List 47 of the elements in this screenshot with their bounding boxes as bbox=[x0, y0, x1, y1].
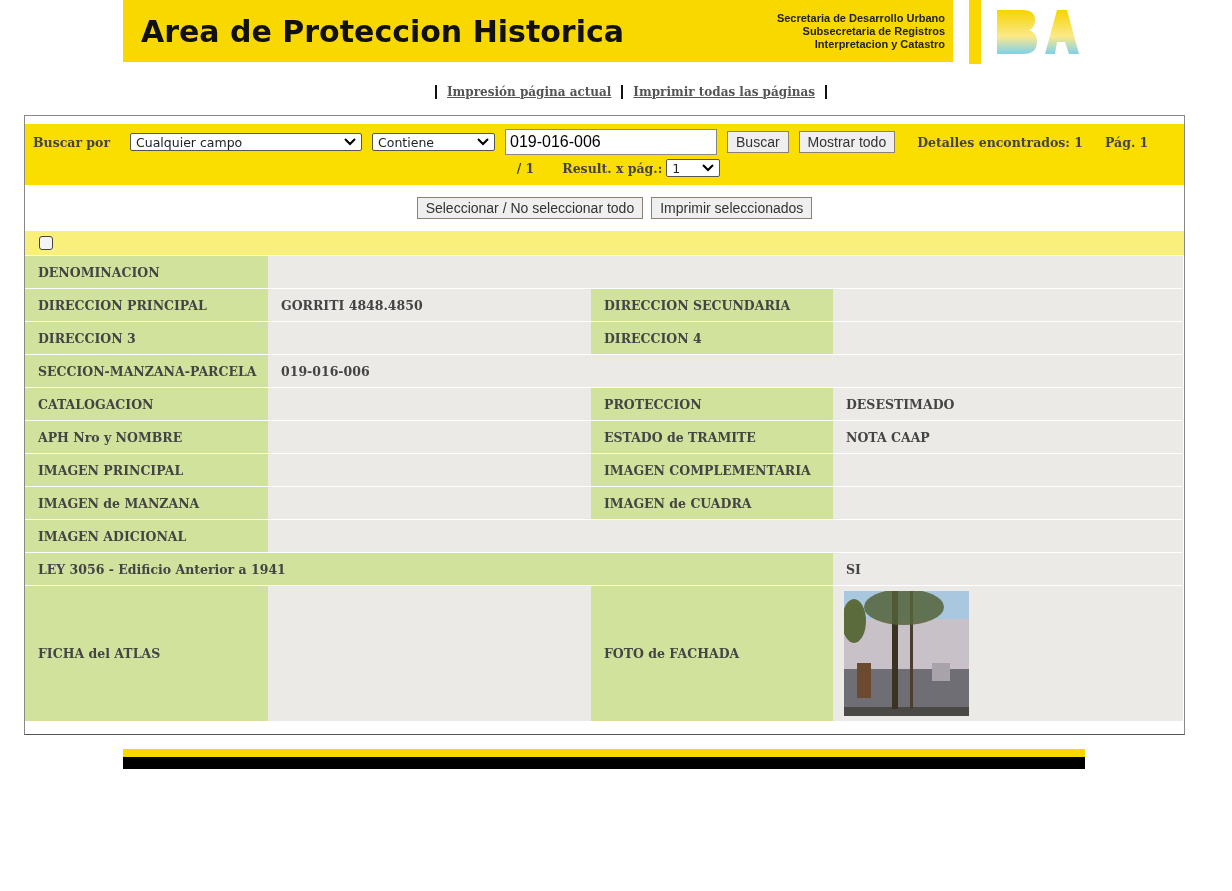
field-label: APH Nro y NOMBRE bbox=[25, 421, 268, 453]
field-label: FOTO de FACHADA bbox=[591, 586, 833, 721]
search-input[interactable]: 019-016-006 bbox=[505, 129, 717, 155]
field-label: DIRECCION SECUNDARIA bbox=[591, 289, 833, 321]
field-label: IMAGEN ADICIONAL bbox=[25, 520, 268, 552]
field-label: DIRECCION 4 bbox=[591, 322, 833, 354]
agency-line: Subsecretaria de Registros bbox=[802, 24, 945, 38]
field-label: IMAGEN COMPLEMENTARIA bbox=[591, 454, 833, 486]
field-value: DESESTIMADO bbox=[833, 388, 1183, 420]
field-label: IMAGEN de CUADRA bbox=[591, 487, 833, 519]
selection-button[interactable]: Imprimir seleccionados bbox=[651, 197, 813, 219]
field-value: NOTA CAAP bbox=[833, 421, 1183, 453]
search-by-label: Buscar por bbox=[33, 134, 110, 150]
page-title: Area de Proteccion Historica bbox=[141, 13, 624, 49]
print-link[interactable]: Imprimir todas las páginas bbox=[633, 85, 815, 99]
operator-dropdown[interactable]: Contiene bbox=[372, 133, 495, 151]
field-label: SECCION-MANZANA-PARCELA bbox=[25, 355, 268, 387]
search-button[interactable]: Mostrar todo bbox=[798, 131, 896, 153]
field-label: PROTECCION bbox=[591, 388, 833, 420]
agency-line: Interpretacion y Catastro bbox=[814, 37, 945, 51]
print-link[interactable]: Impresión página actual bbox=[447, 85, 612, 99]
selection-button[interactable]: Seleccionar / No seleccionar todo bbox=[416, 197, 644, 219]
header-stripe bbox=[969, 0, 981, 64]
page-number: Pág. 1 bbox=[1105, 134, 1149, 150]
agency-line: Secretaria de Desarrollo Urbano bbox=[776, 11, 945, 25]
field-label: IMAGEN de MANZANA bbox=[25, 487, 268, 519]
field-label: DIRECCION 3 bbox=[25, 322, 268, 354]
chevron-icon bbox=[477, 138, 489, 146]
field-label: LEY 3056 - Edificio Anterior a 1941 bbox=[25, 553, 833, 585]
field-label: IMAGEN PRINCIPAL bbox=[25, 454, 268, 486]
field-value: SI bbox=[833, 553, 1183, 585]
select-all-checkbox[interactable] bbox=[39, 236, 53, 250]
per-page-dropdown[interactable]: 1 bbox=[666, 159, 721, 177]
per-page-label: Result. x pág.: bbox=[562, 160, 663, 176]
field-dropdown[interactable]: Cualquier campo bbox=[130, 133, 362, 151]
field-label: ESTADO de TRAMITE bbox=[591, 421, 833, 453]
results-count: Detalles encontrados: 1 bbox=[917, 134, 1083, 150]
field-label: DIRECCION PRINCIPAL bbox=[25, 289, 268, 321]
search-button[interactable]: Buscar bbox=[727, 131, 789, 153]
field-value: 019-016-006 bbox=[268, 355, 1183, 387]
chevron-icon bbox=[702, 164, 715, 172]
field-label: CATALOGACION bbox=[25, 388, 268, 420]
field-label: DENOMINACION bbox=[25, 256, 268, 288]
page-total: / 1 bbox=[516, 160, 535, 176]
field-label: FICHA del ATLAS bbox=[25, 586, 268, 721]
field-value: GORRITI 4848.4850 bbox=[268, 289, 591, 321]
chevron-icon bbox=[344, 138, 356, 146]
